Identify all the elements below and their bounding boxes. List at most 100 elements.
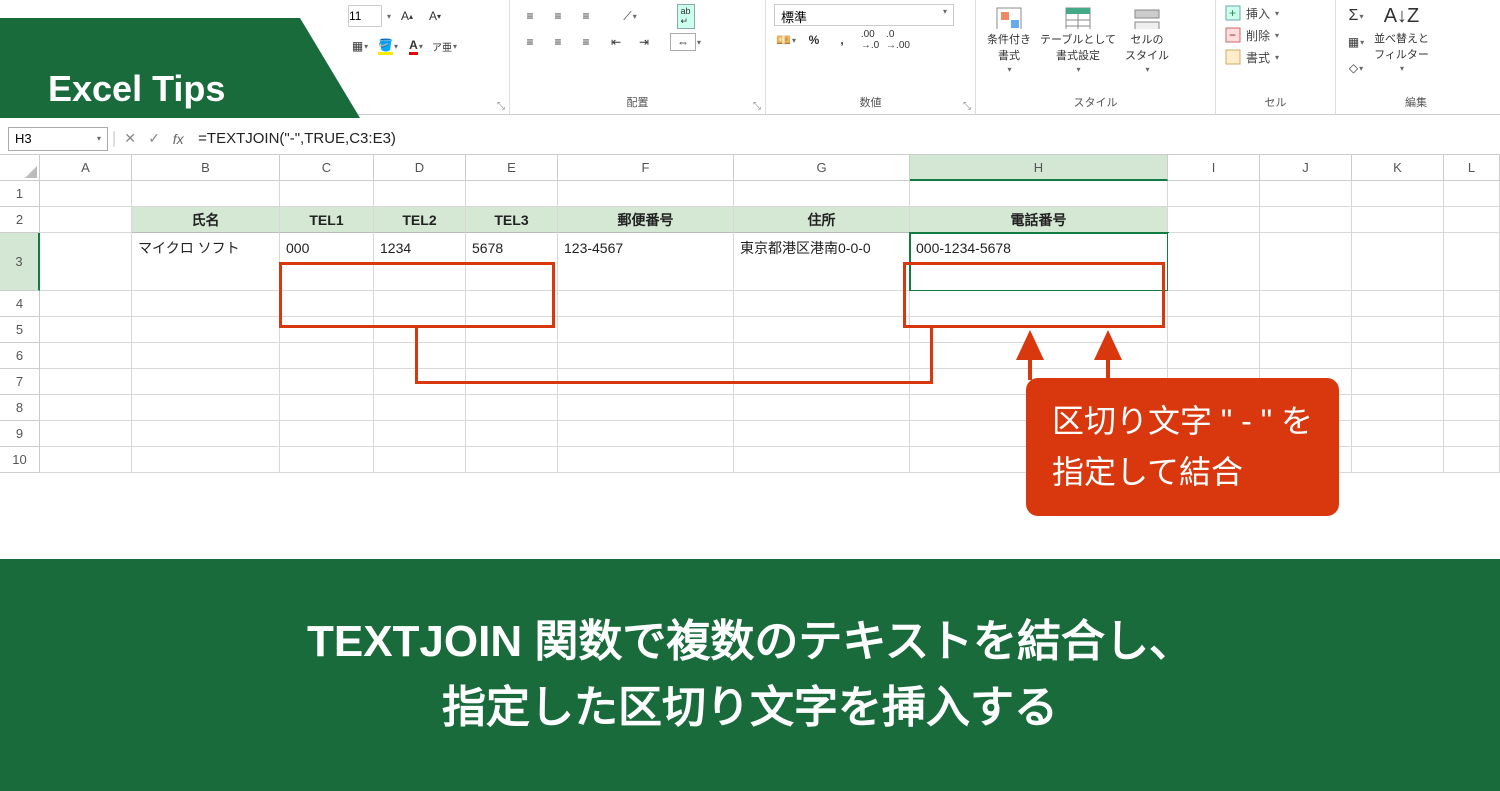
decrease-font-button[interactable]: A▾ <box>423 4 447 28</box>
cell[interactable] <box>466 317 558 343</box>
cell[interactable] <box>1260 291 1352 317</box>
wrap-text-button[interactable]: ab↵ <box>670 4 701 28</box>
cell[interactable] <box>466 291 558 317</box>
table-header[interactable]: TEL2 <box>374 207 466 233</box>
cell[interactable] <box>280 395 374 421</box>
cell[interactable] <box>734 447 910 473</box>
merge-cells-button[interactable]: ⇔▾ <box>670 30 701 54</box>
cell[interactable] <box>132 291 280 317</box>
cell[interactable] <box>558 291 734 317</box>
formula-input[interactable]: =TEXTJOIN("-",TRUE,C3:E3) <box>192 128 1492 149</box>
row-header[interactable]: 4 <box>0 291 40 317</box>
cell[interactable] <box>734 395 910 421</box>
conditional-formatting-button[interactable]: 条件付き 書式▾ <box>984 4 1034 74</box>
align-middle-button[interactable]: ≡ <box>546 4 570 28</box>
row-header[interactable]: 8 <box>0 395 40 421</box>
select-all-corner[interactable] <box>0 155 40 181</box>
table-header[interactable]: 電話番号 <box>910 207 1168 233</box>
cell[interactable] <box>132 317 280 343</box>
cell[interactable] <box>374 291 466 317</box>
cell[interactable] <box>1444 395 1500 421</box>
align-bottom-button[interactable]: ≡ <box>574 4 598 28</box>
name-box[interactable]: H3 ▾ <box>8 127 108 151</box>
cell[interactable] <box>734 317 910 343</box>
font-color-button[interactable]: A▾ <box>404 34 428 58</box>
cell[interactable]: 5678 <box>466 233 558 291</box>
cell[interactable] <box>1352 317 1444 343</box>
cell-styles-button[interactable]: セルの スタイル▾ <box>1122 4 1172 74</box>
row-header[interactable]: 7 <box>0 369 40 395</box>
cell[interactable] <box>280 291 374 317</box>
align-center-button[interactable]: ≡ <box>546 30 570 54</box>
cell[interactable] <box>558 343 734 369</box>
cell[interactable] <box>132 369 280 395</box>
cell[interactable] <box>280 181 374 207</box>
col-header-E[interactable]: E <box>466 155 558 181</box>
cell[interactable] <box>374 317 466 343</box>
col-header-L[interactable]: L <box>1444 155 1500 181</box>
cell[interactable] <box>1168 343 1260 369</box>
table-header[interactable]: TEL1 <box>280 207 374 233</box>
row-header[interactable]: 9 <box>0 421 40 447</box>
cell[interactable] <box>1352 395 1444 421</box>
cell[interactable] <box>734 421 910 447</box>
chevron-down-icon[interactable]: ▾ <box>387 12 391 21</box>
cell[interactable] <box>1352 447 1444 473</box>
col-header-H[interactable]: H <box>910 155 1168 181</box>
fill-button[interactable]: ▦▾ <box>1344 30 1368 54</box>
dialog-launcher-icon[interactable]: ⤡ <box>753 101 761 112</box>
col-header-F[interactable]: F <box>558 155 734 181</box>
cell[interactable] <box>1168 181 1260 207</box>
col-header-A[interactable]: A <box>40 155 132 181</box>
dialog-launcher-icon[interactable]: ⤡ <box>497 101 505 112</box>
row-header[interactable]: 6 <box>0 343 40 369</box>
format-as-table-button[interactable]: テーブルとして 書式設定▾ <box>1040 4 1116 74</box>
table-header[interactable]: 氏名 <box>132 207 280 233</box>
cell[interactable] <box>40 181 132 207</box>
delete-cells-button[interactable]: −削除▾ <box>1224 26 1279 44</box>
cell[interactable] <box>1352 369 1444 395</box>
format-cells-button[interactable]: 書式▾ <box>1224 48 1279 66</box>
cell[interactable] <box>132 447 280 473</box>
cell[interactable] <box>1168 291 1260 317</box>
col-header-I[interactable]: I <box>1168 155 1260 181</box>
cell[interactable] <box>132 181 280 207</box>
cell-selected[interactable]: 000-1234-5678 <box>910 233 1168 291</box>
cell[interactable] <box>1260 233 1352 291</box>
cell[interactable] <box>132 421 280 447</box>
table-header[interactable]: 郵便番号 <box>558 207 734 233</box>
col-header-J[interactable]: J <box>1260 155 1352 181</box>
increase-decimal-button[interactable]: .00→.0 <box>858 28 882 52</box>
cell[interactable] <box>1352 343 1444 369</box>
cell[interactable] <box>40 317 132 343</box>
fx-icon[interactable]: fx <box>168 131 188 147</box>
percent-button[interactable]: % <box>802 28 826 52</box>
cell[interactable] <box>40 233 132 291</box>
cell[interactable] <box>132 395 280 421</box>
cell[interactable] <box>1352 233 1444 291</box>
cell[interactable] <box>466 395 558 421</box>
cell[interactable] <box>1444 181 1500 207</box>
autosum-button[interactable]: Σ▾ <box>1344 4 1368 28</box>
row-header[interactable]: 3 <box>0 233 40 291</box>
row-header[interactable]: 1 <box>0 181 40 207</box>
phonetic-button[interactable]: ア亜▾ <box>432 34 457 58</box>
cell[interactable] <box>280 447 374 473</box>
cell[interactable] <box>40 207 132 233</box>
cell[interactable] <box>1352 207 1444 233</box>
cell[interactable] <box>1168 207 1260 233</box>
cell[interactable]: 1234 <box>374 233 466 291</box>
currency-button[interactable]: 💴▾ <box>774 28 798 52</box>
cell[interactable] <box>1444 421 1500 447</box>
cell[interactable] <box>1260 207 1352 233</box>
cell[interactable] <box>40 421 132 447</box>
increase-font-button[interactable]: A▴ <box>395 4 419 28</box>
col-header-G[interactable]: G <box>734 155 910 181</box>
sort-filter-button[interactable]: A↓Z 並べ替えと フィルター▾ <box>1374 4 1429 74</box>
cell[interactable] <box>466 447 558 473</box>
cancel-icon[interactable]: ✕ <box>120 130 140 147</box>
decrease-decimal-button[interactable]: .0→.00 <box>886 28 910 52</box>
cell[interactable] <box>1444 291 1500 317</box>
cell[interactable] <box>466 181 558 207</box>
cell[interactable] <box>1352 421 1444 447</box>
